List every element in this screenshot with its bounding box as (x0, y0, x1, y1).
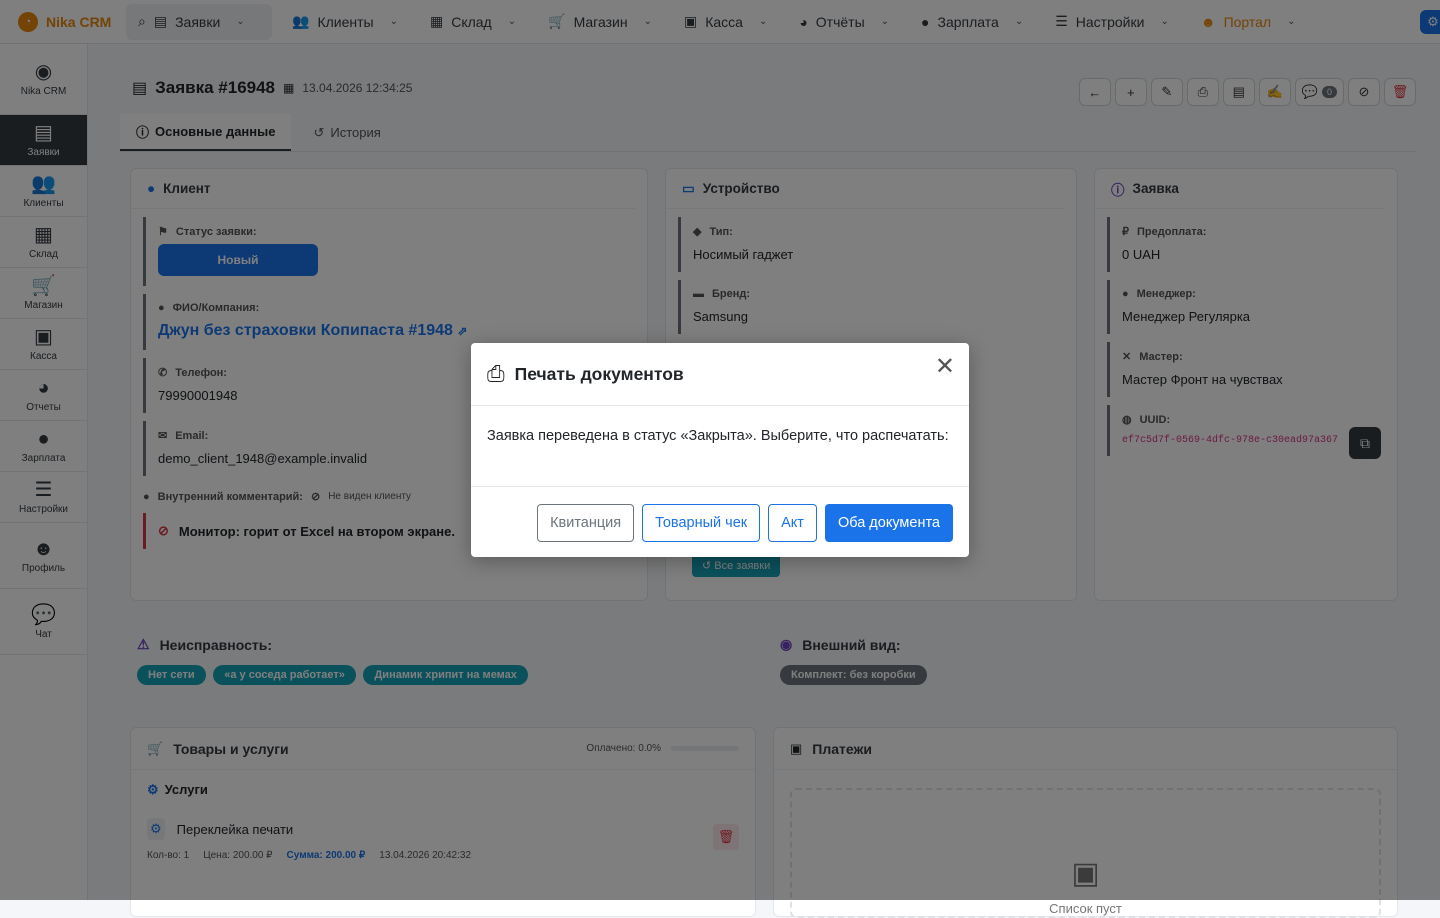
modal-title: Печать документов (514, 363, 684, 384)
modal-header: ⎙ Печать документов ✕ (471, 343, 969, 406)
print-icon: ⎙ (487, 361, 505, 386)
modal-body: Заявка переведена в статус «Закрыта». Вы… (471, 406, 969, 487)
empty-text: Список пуст (1049, 901, 1122, 916)
close-icon[interactable]: ✕ (935, 355, 955, 379)
print-receipt-button[interactable]: Квитанция (537, 504, 635, 542)
print-documents-modal: ⎙ Печать документов ✕ Заявка переведена … (471, 343, 969, 557)
modal-footer: Квитанция Товарный чек Акт Оба документа (471, 487, 969, 559)
print-sales-check-button[interactable]: Товарный чек (642, 504, 761, 542)
print-act-button[interactable]: Акт (768, 504, 817, 542)
print-both-button[interactable]: Оба документа (824, 504, 953, 542)
